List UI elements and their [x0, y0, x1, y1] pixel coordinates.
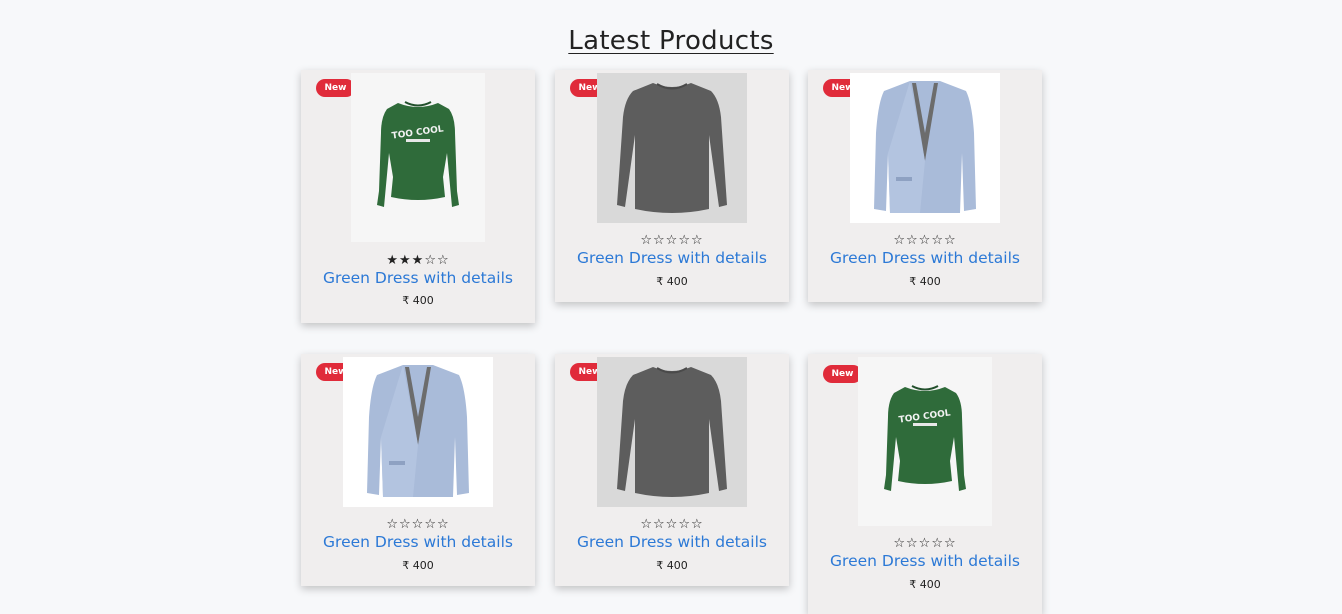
- product-card[interactable]: New ☆☆☆☆☆ Green Dress with details ₹ 400: [555, 354, 789, 586]
- product-card[interactable]: New TOO COOL ☆☆☆☆☆ Green Dress with deta…: [808, 354, 1042, 614]
- rating-stars: ☆☆☆☆☆: [893, 233, 957, 248]
- rating-stars: ☆☆☆☆☆: [640, 233, 704, 248]
- product-card[interactable]: New ☆☆☆☆☆ Green Dress with details ₹ 400: [808, 70, 1042, 302]
- product-image[interactable]: TOO COOL: [808, 357, 1042, 526]
- product-price: ₹ 400: [909, 275, 941, 288]
- product-image[interactable]: [808, 73, 1042, 223]
- product-card[interactable]: New TOO COOL ★★★☆☆ Green Dress with deta…: [301, 70, 535, 323]
- product-price: ₹ 400: [402, 294, 434, 307]
- product-name-link[interactable]: Green Dress with details: [555, 249, 789, 267]
- product-name-link[interactable]: Green Dress with details: [555, 533, 789, 551]
- product-price: ₹ 400: [402, 559, 434, 572]
- product-card[interactable]: New ☆☆☆☆☆ Green Dress with details ₹ 400: [555, 70, 789, 302]
- section-title: Latest Products: [568, 25, 774, 56]
- rating-stars: ☆☆☆☆☆: [893, 536, 957, 551]
- product-price: ₹ 400: [656, 559, 688, 572]
- rating-stars: ☆☆☆☆☆: [386, 517, 450, 532]
- product-price: ₹ 400: [656, 275, 688, 288]
- product-name-link[interactable]: Green Dress with details: [301, 269, 535, 287]
- rating-stars: ★★★☆☆: [386, 253, 450, 268]
- product-image[interactable]: [555, 73, 789, 223]
- product-name-link[interactable]: Green Dress with details: [301, 533, 535, 551]
- product-image[interactable]: TOO COOL: [301, 73, 535, 242]
- product-price: ₹ 400: [909, 578, 941, 591]
- product-name-link[interactable]: Green Dress with details: [808, 249, 1042, 267]
- rating-stars: ☆☆☆☆☆: [640, 517, 704, 532]
- product-image[interactable]: [555, 357, 789, 507]
- product-image[interactable]: [301, 357, 535, 507]
- product-card[interactable]: New ☆☆☆☆☆ Green Dress with details ₹ 400: [301, 354, 535, 586]
- product-name-link[interactable]: Green Dress with details: [808, 552, 1042, 570]
